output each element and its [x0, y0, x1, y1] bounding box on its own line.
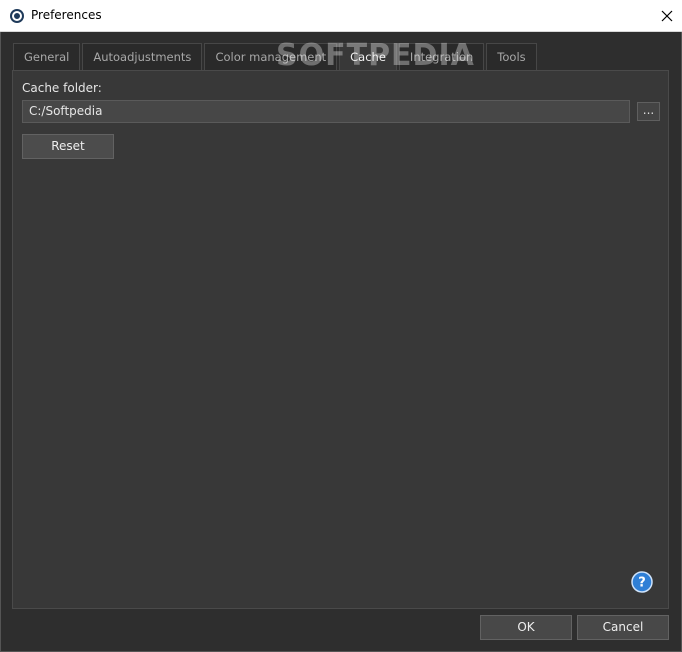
cache-folder-label: Cache folder:	[22, 81, 102, 95]
cache-folder-field[interactable]: C:/Softpedia	[22, 100, 630, 123]
ok-button[interactable]: OK	[480, 615, 572, 640]
tab-integration[interactable]: Integration	[398, 43, 485, 70]
tab-autoadjustments[interactable]: Autoadjustments	[82, 43, 203, 70]
title-bar: Preferences	[0, 0, 682, 32]
cache-panel: Cache folder: C:/Softpedia ... Reset ?	[12, 70, 669, 609]
window-title: Preferences	[31, 8, 102, 22]
browse-button[interactable]: ...	[637, 102, 660, 121]
close-button[interactable]	[652, 0, 682, 31]
tab-bar: General Autoadjustments Color management…	[13, 43, 539, 70]
reset-button[interactable]: Reset	[22, 134, 114, 159]
help-button[interactable]: ?	[631, 571, 653, 593]
tab-general[interactable]: General	[13, 43, 81, 70]
svg-text:?: ?	[638, 576, 646, 591]
tab-cache[interactable]: Cache	[339, 43, 397, 70]
cancel-button[interactable]: Cancel	[577, 615, 669, 640]
help-icon: ?	[631, 571, 653, 593]
app-logo-icon	[9, 8, 25, 24]
tab-tools[interactable]: Tools	[486, 43, 537, 70]
close-icon	[661, 10, 673, 21]
tab-color-management[interactable]: Color management	[204, 43, 338, 70]
